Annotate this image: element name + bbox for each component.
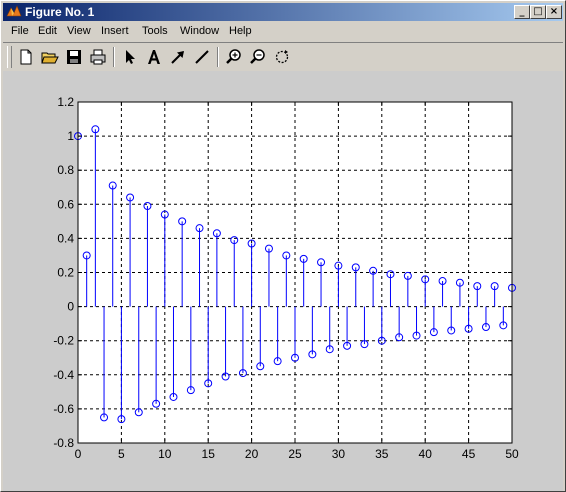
zoom-in-button[interactable] [224,47,244,67]
toolbar-grip[interactable] [7,46,12,68]
zoom-in-icon [226,49,241,64]
x-tick-label: 15 [202,447,216,461]
menu-bar: File Edit View Insert Tools Window Help [3,22,563,40]
y-tick-label: 0.4 [57,231,74,245]
x-tick-label: 40 [419,447,433,461]
floppy-disk-icon [67,50,81,64]
insert-arrow-button[interactable] [168,47,188,67]
new-figure-button[interactable] [16,47,36,67]
x-tick-label: 50 [505,447,519,461]
toolbar [3,42,563,71]
zoom-out-icon [250,49,265,64]
open-folder-icon [41,52,59,64]
rotate-3d-button[interactable] [272,47,292,67]
window-title: Figure No. 1 [25,5,95,19]
open-file-button[interactable] [40,47,60,67]
y-tick-label: -0.4 [53,368,74,382]
text-A-icon [148,50,160,64]
arrow-cursor-icon [126,50,135,64]
toolbar-separator [113,47,115,67]
insert-text-button[interactable] [144,47,164,67]
edit-plot-button[interactable] [120,47,140,67]
y-tick-label: -0.2 [53,334,74,348]
print-button[interactable] [88,47,108,67]
stem-plot[interactable]: 0 5 10 15 20 25 30 35 40 45 50 -0.8 -0.6 -0.4 -0.2 0 0.2… [3,71,563,491]
menu-file[interactable]: File [11,25,29,37]
y-tick-label: -0.8 [53,436,74,450]
line-icon [195,50,209,64]
new-document-icon [20,49,32,65]
menu-edit[interactable]: Edit [38,25,57,37]
x-tick-label: 20 [245,447,259,461]
y-tick-label: 1 [67,129,74,143]
close-icon: × [549,6,559,17]
zoom-out-button[interactable] [248,47,268,67]
printer-icon [90,49,106,65]
figure-window: Figure No. 1 _ □ × File Edit View Insert… [0,0,566,492]
maximize-icon: □ [533,6,543,17]
y-tick-label: 1.2 [57,95,74,109]
menu-view[interactable]: View [67,25,91,37]
x-tick-label: 10 [158,447,172,461]
y-tick-label: -0.6 [53,402,74,416]
title-bar[interactable]: Figure No. 1 _ □ × [3,3,563,21]
menu-help[interactable]: Help [229,25,252,37]
x-tick-label: 0 [75,447,82,461]
menu-window[interactable]: Window [180,25,219,37]
menu-insert[interactable]: Insert [101,25,129,37]
toolbar-separator [217,47,219,67]
figure-canvas: 0 5 10 15 20 25 30 35 40 45 50 -0.8 -0.6 -0.4 -0.2 0 0.2… [3,71,563,491]
x-tick-label: 25 [288,447,302,461]
y-tick-label: 0 [67,300,74,314]
matlab-icon [6,5,22,17]
x-tick-label: 30 [332,447,346,461]
x-tick-label: 35 [375,447,389,461]
close-button[interactable]: × [546,5,562,19]
rotate-icon [275,50,289,64]
save-button[interactable] [64,47,84,67]
y-tick-label: 0.8 [57,163,74,177]
minimize-icon: _ [519,6,525,17]
minimize-button[interactable]: _ [514,5,530,19]
insert-line-button[interactable] [192,47,212,67]
menu-tools[interactable]: Tools [142,25,168,37]
y-tick-label: 0.2 [57,266,74,280]
arrow-icon [171,51,184,64]
x-tick-label: 45 [462,447,476,461]
maximize-button[interactable]: □ [530,5,546,19]
x-tick-label: 5 [118,447,125,461]
y-tick-label: 0.6 [57,197,74,211]
